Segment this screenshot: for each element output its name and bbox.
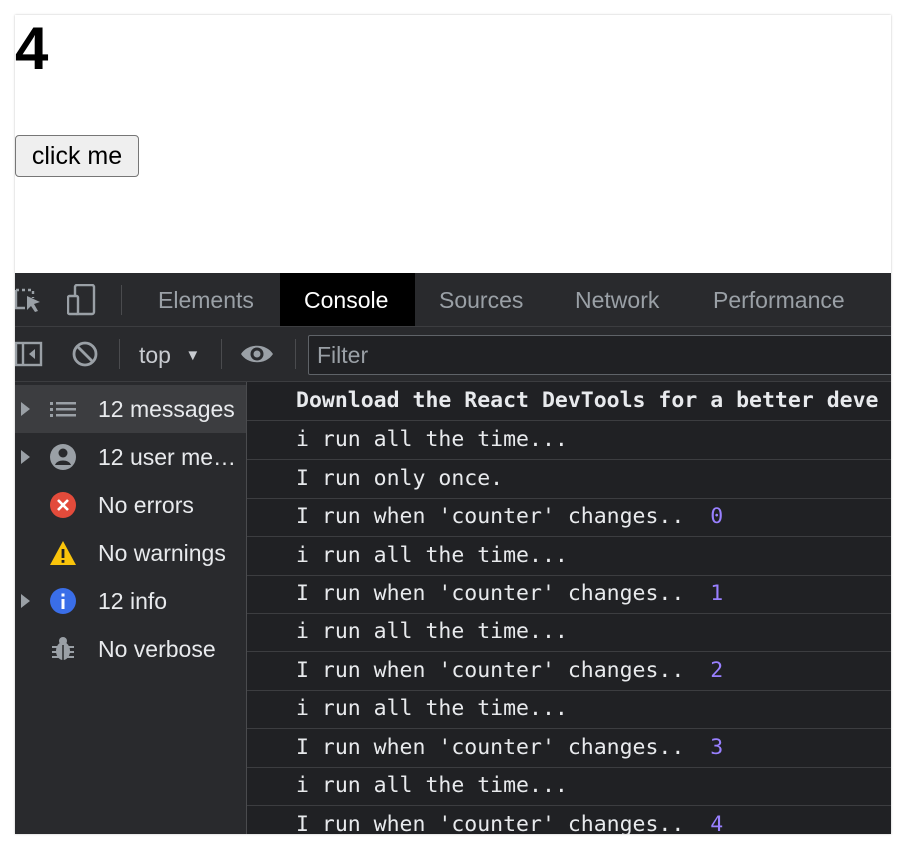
toolbar-divider-3 — [295, 339, 296, 369]
message-text: i run all the time... — [296, 543, 568, 568]
sidebar-item-label: 12 info — [98, 588, 168, 614]
show-sidebar-icon[interactable] — [15, 340, 43, 368]
console-message: i run all the time... — [247, 690, 891, 729]
error-icon — [49, 491, 77, 519]
context-label: top — [139, 342, 171, 368]
sidebar-item-info[interactable]: 12 info — [15, 577, 246, 625]
logged-value: 3 — [710, 735, 724, 760]
tab-sources[interactable]: Sources — [439, 273, 549, 326]
tab-performance[interactable]: Performance — [713, 273, 873, 326]
context-selector[interactable]: top ▼ — [139, 327, 200, 381]
console-message: i run all the time... — [247, 537, 891, 576]
devtools-tab-bar: Elements Console Sources Network Perform… — [15, 273, 891, 327]
filter-input[interactable]: Filter — [308, 335, 891, 375]
sidebar-item-verbose[interactable]: No verbose — [15, 625, 246, 673]
message-text: i run all the time... — [296, 427, 568, 452]
message-text: Download the React DevTools for a better… — [296, 388, 879, 413]
list-icon — [49, 395, 77, 423]
message-text: I run when 'counter' changes.. 0 — [296, 504, 724, 529]
console-message: I run when 'counter' changes.. 3 — [247, 729, 891, 768]
console-message: I run only once. — [247, 460, 891, 499]
message-text: i run all the time... — [296, 696, 568, 721]
tab-elements[interactable]: Elements — [146, 273, 288, 326]
message-text: I run only once. — [296, 466, 504, 491]
console-message: i run all the time... — [247, 767, 891, 806]
console-message: I run when 'counter' changes.. 0 — [247, 498, 891, 537]
message-text: I run when 'counter' changes.. 1 — [296, 581, 724, 606]
sidebar-item-user-messages[interactable]: 12 user me… — [15, 433, 246, 481]
console-message: i run all the time... — [247, 613, 891, 652]
clear-console-icon[interactable] — [71, 340, 99, 368]
message-text: I run when 'counter' changes.. 2 — [296, 658, 724, 683]
console-message: Download the React DevTools for a better… — [247, 382, 891, 421]
expand-arrow-icon[interactable] — [21, 402, 30, 416]
info-icon — [49, 587, 77, 615]
sidebar-item-messages[interactable]: 12 messages — [15, 385, 246, 433]
console-sidebar: 12 messages 12 user me… No errors No war… — [15, 382, 247, 834]
sidebar-item-label: No warnings — [98, 540, 226, 566]
expand-arrow-icon[interactable] — [21, 594, 30, 608]
app-page: 4 click me — [15, 15, 891, 273]
expand-arrow-icon[interactable] — [21, 450, 30, 464]
tab-network[interactable]: Network — [575, 273, 685, 326]
filter-placeholder: Filter — [317, 342, 369, 368]
toolbar-divider — [119, 339, 120, 369]
message-text: i run all the time... — [296, 773, 568, 798]
sidebar-item-label: 12 user me… — [98, 444, 237, 470]
tab-bar-divider — [121, 285, 122, 315]
counter-heading: 4 — [15, 15, 49, 82]
logged-value: 1 — [710, 581, 724, 606]
logged-value: 0 — [710, 504, 724, 529]
logged-value: 4 — [710, 812, 724, 834]
user-icon — [49, 443, 77, 471]
device-toolbar-icon[interactable] — [66, 283, 97, 316]
toolbar-divider-2 — [221, 339, 222, 369]
console-message: I run when 'counter' changes.. 1 — [247, 575, 891, 614]
console-messages: Download the React DevTools for a better… — [247, 382, 891, 834]
sidebar-item-label: No errors — [98, 492, 194, 518]
bug-icon — [49, 635, 77, 663]
console-message: i run all the time... — [247, 421, 891, 460]
message-text: i run all the time... — [296, 619, 568, 644]
logged-value: 2 — [710, 658, 724, 683]
inspect-element-icon[interactable] — [15, 286, 43, 314]
sidebar-item-label: No verbose — [98, 636, 216, 662]
tab-console[interactable]: Console — [280, 273, 415, 326]
message-text: I run when 'counter' changes.. 3 — [296, 735, 724, 760]
console-message: I run when 'counter' changes.. 2 — [247, 652, 891, 691]
sidebar-item-warnings[interactable]: No warnings — [15, 529, 246, 577]
console-message: I run when 'counter' changes.. 4 — [247, 806, 891, 834]
devtools-panel: Elements Console Sources Network Perform… — [15, 273, 891, 834]
warning-icon — [49, 539, 77, 567]
browser-viewport: 4 click me Elements Console Sources Netw… — [15, 15, 891, 834]
message-text: I run when 'counter' changes.. 4 — [296, 806, 723, 834]
console-toolbar: top ▼ Filter — [15, 327, 891, 382]
click-me-button[interactable]: click me — [15, 135, 139, 177]
chevron-down-icon: ▼ — [185, 347, 201, 364]
live-expression-eye-icon[interactable] — [240, 341, 274, 367]
sidebar-item-errors[interactable]: No errors — [15, 481, 246, 529]
sidebar-item-label: 12 messages — [98, 396, 235, 422]
